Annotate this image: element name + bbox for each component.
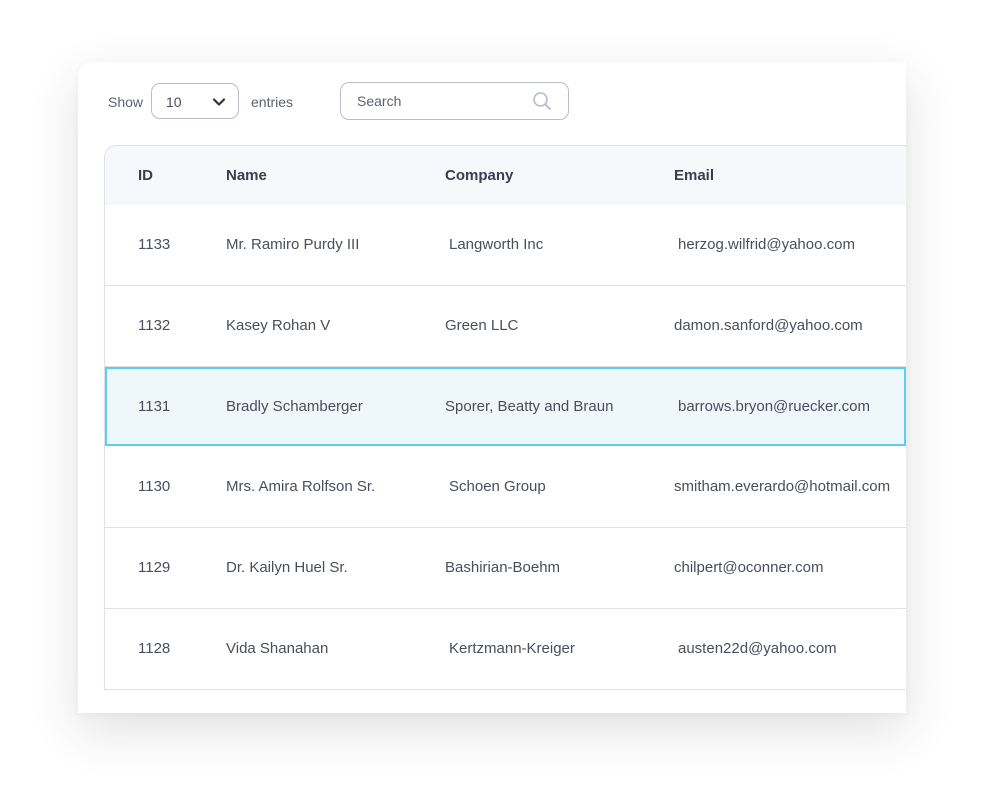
cell-id: 1132 xyxy=(138,317,171,334)
cell-email: chilpert@oconner.com xyxy=(674,559,824,576)
column-header-email[interactable]: Email xyxy=(674,167,714,185)
search-input[interactable] xyxy=(341,83,526,119)
table-row[interactable]: 1133 Mr. Ramiro Purdy III Langworth Inc … xyxy=(105,205,906,286)
column-header-id[interactable]: ID xyxy=(138,167,153,185)
table-row[interactable]: 1128 Vida Shanahan Kertzmann-Kreiger aus… xyxy=(105,609,906,689)
column-header-name[interactable]: Name xyxy=(226,167,267,185)
page-size-select[interactable]: 10 xyxy=(151,83,239,119)
cell-company: Kertzmann-Kreiger xyxy=(449,640,575,657)
cell-company: Schoen Group xyxy=(449,478,546,495)
table-row[interactable]: 1132 Kasey Rohan V Green LLC damon.sanfo… xyxy=(105,286,906,367)
cell-company: Green LLC xyxy=(445,317,519,334)
table-row[interactable]: 1130 Mrs. Amira Rolfson Sr. Schoen Group… xyxy=(105,447,906,528)
search-icon[interactable] xyxy=(532,91,552,111)
cell-id: 1128 xyxy=(138,640,171,657)
entries-table: ID Name Company Email 1133 Mr. Ramiro Pu… xyxy=(104,145,906,690)
cell-email: austen22d@yahoo.com xyxy=(678,640,837,657)
cell-name: Dr. Kailyn Huel Sr. xyxy=(226,559,348,576)
page-size-value: 10 xyxy=(166,94,182,110)
data-table-card: Show 10 entries ID Name Company Email 11… xyxy=(78,62,906,713)
cell-name: Kasey Rohan V xyxy=(226,317,331,334)
table-row[interactable]: 1129 Dr. Kailyn Huel Sr. Bashirian-Boehm… xyxy=(105,528,906,609)
cell-name: Bradly Schamberger xyxy=(226,398,363,415)
cell-company: Langworth Inc xyxy=(449,236,544,253)
column-header-company[interactable]: Company xyxy=(445,167,513,185)
table-row-selected[interactable]: 1131 Bradly Schamberger Sporer, Beatty a… xyxy=(105,367,906,446)
chevron-down-icon xyxy=(212,98,226,106)
cell-id: 1131 xyxy=(138,398,171,415)
cell-email: herzog.wilfrid@yahoo.com xyxy=(678,236,855,253)
cell-company: Sporer, Beatty and Braun xyxy=(445,398,614,415)
entries-label: entries xyxy=(251,94,294,110)
cell-id: 1130 xyxy=(138,478,171,495)
cell-id: 1129 xyxy=(138,559,171,576)
table-header: ID Name Company Email xyxy=(105,146,906,206)
cell-company: Bashirian-Boehm xyxy=(445,559,561,576)
cell-name: Mr. Ramiro Purdy III xyxy=(226,236,360,253)
show-label: Show xyxy=(108,94,144,110)
cell-name: Vida Shanahan xyxy=(226,640,329,657)
cell-email: smitham.everardo@hotmail.com xyxy=(674,478,891,495)
table-controls: Show 10 entries xyxy=(78,62,906,142)
cell-name: Mrs. Amira Rolfson Sr. xyxy=(226,478,376,495)
cell-email: damon.sanford@yahoo.com xyxy=(674,317,863,334)
cell-id: 1133 xyxy=(138,236,171,253)
search-box xyxy=(340,82,569,120)
cell-email: barrows.bryon@ruecker.com xyxy=(678,398,870,415)
